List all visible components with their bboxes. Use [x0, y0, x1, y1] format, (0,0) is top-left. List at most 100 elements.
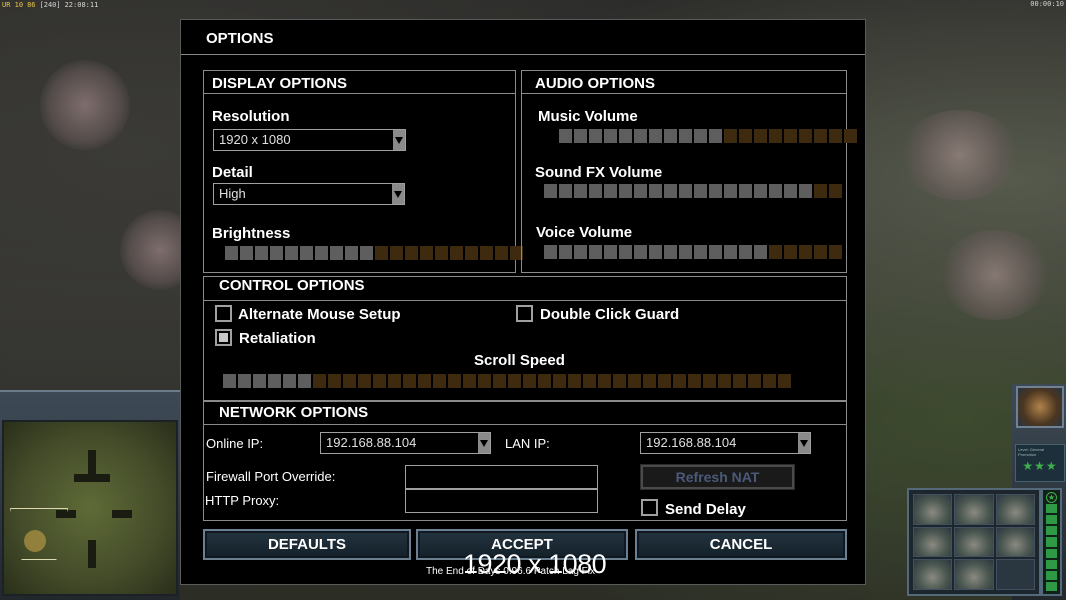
slider-segment[interactable] — [270, 246, 283, 260]
chevron-down-icon[interactable] — [393, 130, 405, 150]
slider-segment[interactable] — [223, 374, 236, 388]
slider-segment[interactable] — [448, 374, 461, 388]
retaliation-label[interactable]: Retaliation — [239, 330, 316, 347]
slider-segment[interactable] — [799, 245, 812, 259]
rank-panel[interactable]: Level: General Promotion ★★★ — [1015, 444, 1065, 482]
slider-segment[interactable] — [328, 374, 341, 388]
unit-slot[interactable] — [913, 526, 953, 558]
cancel-button[interactable]: CANCEL — [635, 529, 847, 560]
resolution-dropdown[interactable]: 1920 x 1080 — [213, 129, 406, 151]
slider-segment[interactable] — [433, 374, 446, 388]
chevron-down-icon[interactable] — [392, 184, 404, 204]
slider-segment[interactable] — [724, 129, 737, 143]
slider-segment[interactable] — [733, 374, 746, 388]
unit-slot[interactable] — [954, 526, 994, 558]
slider-segment[interactable] — [388, 374, 401, 388]
slider-segment[interactable] — [724, 184, 737, 198]
voice-volume-slider[interactable] — [544, 245, 842, 259]
slider-segment[interactable] — [559, 184, 572, 198]
slider-segment[interactable] — [619, 184, 632, 198]
slider-segment[interactable] — [748, 374, 761, 388]
slider-segment[interactable] — [604, 184, 617, 198]
slider-segment[interactable] — [769, 245, 782, 259]
slider-segment[interactable] — [649, 245, 662, 259]
slider-segment[interactable] — [574, 184, 587, 198]
slider-segment[interactable] — [718, 374, 731, 388]
slider-segment[interactable] — [568, 374, 581, 388]
slider-segment[interactable] — [664, 245, 677, 259]
unit-slot[interactable] — [954, 494, 994, 525]
brightness-slider[interactable] — [225, 246, 523, 260]
unit-slot[interactable] — [995, 559, 1035, 590]
slider-segment[interactable] — [844, 129, 857, 143]
slider-segment[interactable] — [784, 245, 797, 259]
slider-segment[interactable] — [330, 246, 343, 260]
slider-segment[interactable] — [829, 129, 842, 143]
scroll-speed-slider[interactable] — [223, 374, 791, 388]
slider-segment[interactable] — [358, 374, 371, 388]
slider-segment[interactable] — [778, 374, 791, 388]
slider-segment[interactable] — [495, 246, 508, 260]
slider-segment[interactable] — [694, 129, 707, 143]
http-proxy-input[interactable] — [405, 489, 598, 513]
slider-segment[interactable] — [709, 184, 722, 198]
unit-slot[interactable] — [995, 494, 1035, 525]
slider-segment[interactable] — [493, 374, 506, 388]
slider-segment[interactable] — [649, 129, 662, 143]
slider-segment[interactable] — [238, 374, 251, 388]
slider-segment[interactable] — [679, 245, 692, 259]
slider-segment[interactable] — [769, 129, 782, 143]
unit-slot[interactable] — [954, 559, 994, 590]
slider-segment[interactable] — [688, 374, 701, 388]
slider-segment[interactable] — [814, 245, 827, 259]
online-ip-dropdown[interactable]: 192.168.88.104 — [320, 432, 491, 454]
slider-segment[interactable] — [673, 374, 686, 388]
send-delay-checkbox[interactable] — [641, 499, 658, 516]
slider-segment[interactable] — [799, 129, 812, 143]
retaliation-checkbox[interactable] — [215, 329, 232, 346]
slider-segment[interactable] — [664, 184, 677, 198]
slider-segment[interactable] — [739, 184, 752, 198]
slider-segment[interactable] — [769, 184, 782, 198]
slider-segment[interactable] — [544, 184, 557, 198]
slider-segment[interactable] — [643, 374, 656, 388]
slider-segment[interactable] — [619, 245, 632, 259]
slider-segment[interactable] — [739, 245, 752, 259]
slider-segment[interactable] — [574, 245, 587, 259]
slider-segment[interactable] — [403, 374, 416, 388]
slider-segment[interactable] — [679, 129, 692, 143]
slider-segment[interactable] — [315, 246, 328, 260]
slider-segment[interactable] — [754, 184, 767, 198]
slider-segment[interactable] — [658, 374, 671, 388]
slider-segment[interactable] — [559, 245, 572, 259]
slider-segment[interactable] — [283, 374, 296, 388]
music-volume-slider[interactable] — [559, 129, 857, 143]
minimap[interactable] — [2, 420, 178, 596]
slider-segment[interactable] — [703, 374, 716, 388]
slider-segment[interactable] — [360, 246, 373, 260]
unit-slot[interactable] — [995, 526, 1035, 558]
double-click-guard-label[interactable]: Double Click Guard — [540, 306, 679, 323]
slider-segment[interactable] — [754, 245, 767, 259]
slider-segment[interactable] — [664, 129, 677, 143]
slider-segment[interactable] — [574, 129, 587, 143]
defaults-button[interactable]: DEFAULTS — [203, 529, 411, 560]
slider-segment[interactable] — [589, 184, 602, 198]
unit-slot[interactable] — [913, 559, 953, 590]
slider-segment[interactable] — [300, 246, 313, 260]
slider-segment[interactable] — [418, 374, 431, 388]
slider-segment[interactable] — [694, 184, 707, 198]
sound-fx-volume-slider[interactable] — [544, 184, 842, 198]
unit-slot[interactable] — [913, 494, 953, 525]
slider-segment[interactable] — [463, 374, 476, 388]
detail-dropdown[interactable]: High — [213, 183, 405, 205]
slider-segment[interactable] — [375, 246, 388, 260]
slider-segment[interactable] — [754, 129, 767, 143]
slider-segment[interactable] — [559, 129, 572, 143]
chevron-down-icon[interactable] — [798, 433, 810, 453]
slider-segment[interactable] — [634, 184, 647, 198]
slider-segment[interactable] — [814, 184, 827, 198]
alternate-mouse-label[interactable]: Alternate Mouse Setup — [238, 306, 401, 323]
slider-segment[interactable] — [763, 374, 776, 388]
chevron-down-icon[interactable] — [478, 433, 490, 453]
